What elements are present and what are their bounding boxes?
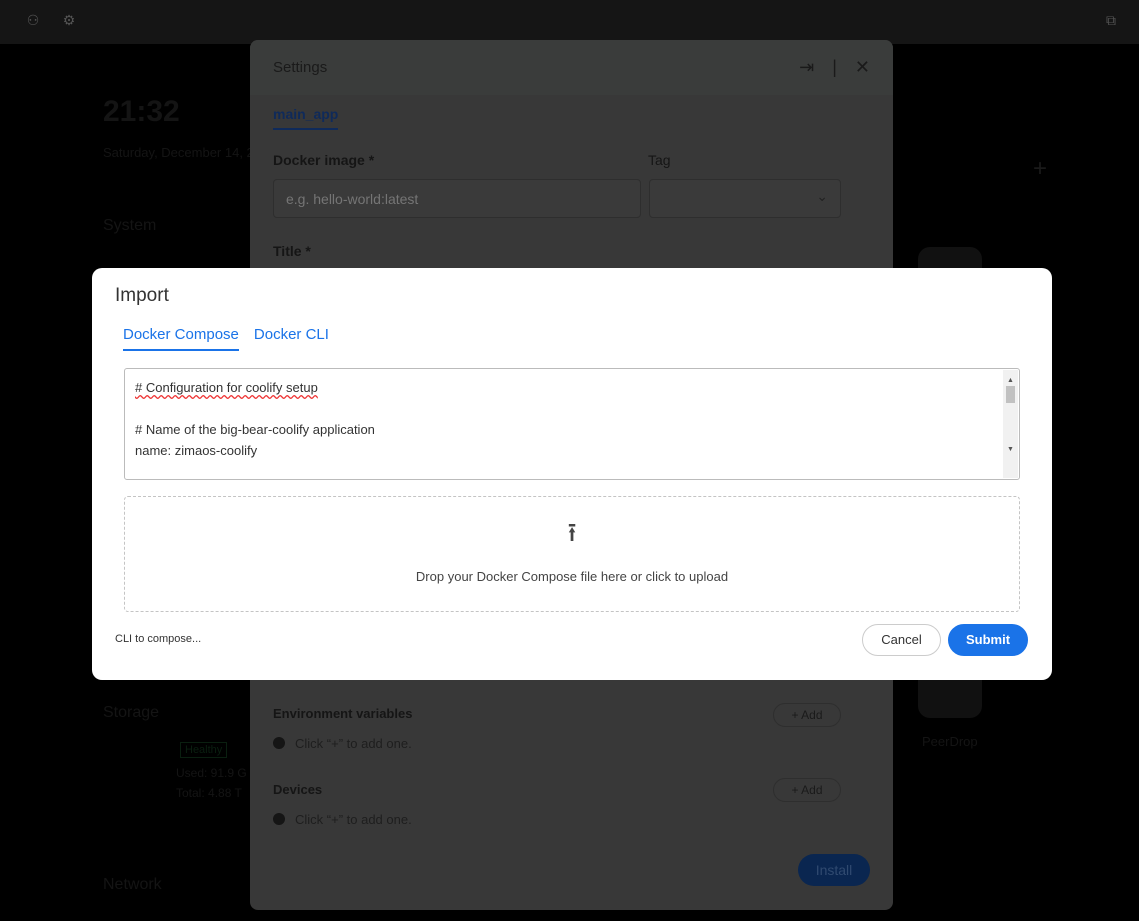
storage-used: Used: 91.9 G xyxy=(176,766,247,780)
upload-icon: ⭱ xyxy=(567,517,577,547)
compose-textarea[interactable]: # Configuration for coolify setup # Name… xyxy=(124,368,1020,480)
devices-hint: Click “+” to add one. xyxy=(273,812,412,827)
add-env-button[interactable]: + Add xyxy=(773,703,841,727)
network-label: Network xyxy=(103,876,162,893)
tab-docker-compose[interactable]: Docker Compose xyxy=(123,326,239,351)
clock-time: 21:32 xyxy=(103,95,180,128)
env-hint-text: Click “+” to add one. xyxy=(295,736,412,751)
scroll-down-icon[interactable]: ▼ xyxy=(1003,439,1018,460)
compose-line: # Configuration for coolify setup xyxy=(135,380,318,395)
install-button[interactable]: Install xyxy=(798,854,870,886)
user-icon[interactable]: ⚇ xyxy=(24,12,42,30)
scrollbar-thumb[interactable] xyxy=(1006,386,1015,403)
compose-line: # Name of the big-bear-coolify applicati… xyxy=(135,422,375,437)
gear-icon[interactable]: ⚙ xyxy=(60,12,78,30)
tag-select[interactable]: ⌄ xyxy=(649,179,841,218)
docker-image-input[interactable] xyxy=(273,179,641,218)
clock-date: Saturday, December 14, 2 xyxy=(103,145,254,160)
import-dialog: Import Docker Compose Docker CLI # Confi… xyxy=(92,268,1052,680)
storage-total: Total: 4.88 T xyxy=(176,786,242,800)
import-icon[interactable]: ⇥ xyxy=(799,57,814,78)
submit-button[interactable]: Submit xyxy=(948,624,1028,656)
cli-to-compose-link[interactable]: CLI to compose... xyxy=(115,633,201,645)
info-icon xyxy=(273,813,285,825)
import-tabs: Docker Compose Docker CLI xyxy=(123,326,329,351)
close-icon[interactable]: ✕ xyxy=(855,57,870,78)
add-widget-icon[interactable]: + xyxy=(1033,155,1047,183)
drop-text: Drop your Docker Compose file here or cl… xyxy=(415,569,729,584)
app-icon[interactable] xyxy=(918,247,982,269)
file-drop-zone[interactable]: ⭱ Drop your Docker Compose file here or … xyxy=(124,496,1020,612)
network-icon[interactable]: ⧉ xyxy=(1102,12,1120,30)
compose-line-blank xyxy=(135,398,1009,419)
top-bar: ⚇ ⚙ ⧉ xyxy=(0,0,1139,44)
divider: | xyxy=(832,57,837,77)
storage-label: Storage xyxy=(103,704,160,721)
cancel-button[interactable]: Cancel xyxy=(862,624,941,656)
add-device-button[interactable]: + Add xyxy=(773,778,841,802)
tab-main-app[interactable]: main_app xyxy=(273,106,339,130)
compose-line: name: zimaos-coolify xyxy=(135,443,258,458)
title-label: Title * xyxy=(273,243,311,259)
storage-status-badge: Healthy xyxy=(180,742,228,758)
env-label: Environment variables xyxy=(273,706,413,721)
textarea-scrollbar[interactable]: ▲ ▼ xyxy=(1003,370,1018,478)
env-hint: Click “+” to add one. xyxy=(273,736,412,751)
tab-docker-cli[interactable]: Docker CLI xyxy=(254,326,329,351)
peerdrop-app-label[interactable]: PeerDrop xyxy=(922,734,978,749)
import-title: Import xyxy=(115,285,169,306)
settings-title: Settings xyxy=(273,59,328,76)
info-icon xyxy=(273,737,285,749)
chevron-down-icon: ⌄ xyxy=(816,188,828,204)
docker-image-label: Docker image * xyxy=(273,152,375,168)
peerdrop-app-icon[interactable] xyxy=(918,680,982,718)
devices-hint-text: Click “+” to add one. xyxy=(295,812,412,827)
system-label: System xyxy=(103,217,157,234)
tag-label: Tag xyxy=(648,152,671,168)
devices-label: Devices xyxy=(273,782,323,797)
